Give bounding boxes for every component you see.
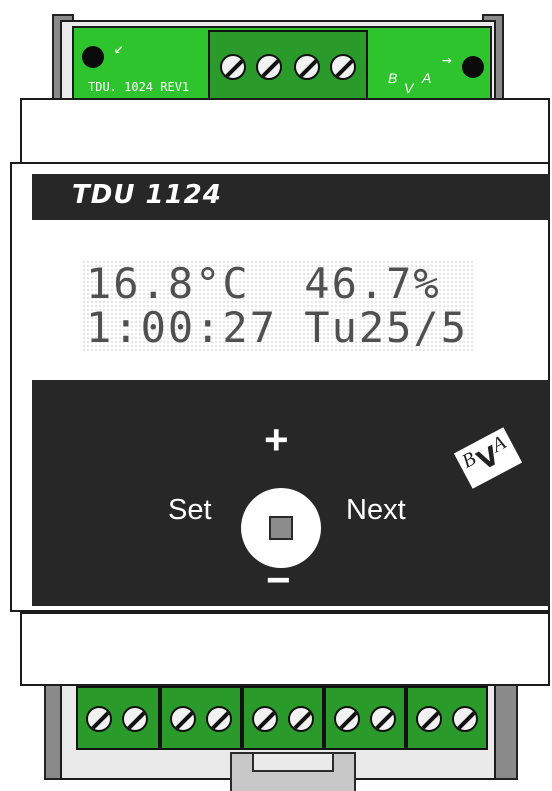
upper-housing — [20, 98, 550, 164]
bottom-screw-3[interactable] — [170, 706, 196, 732]
model-label: TDU 1124 — [72, 180, 222, 210]
bottom-terminal-block-4 — [324, 686, 406, 750]
bottom-screw-5[interactable] — [252, 706, 278, 732]
knob-center-button[interactable] — [269, 516, 293, 540]
pcb-arrow-left: ↙ — [114, 38, 124, 57]
bottom-screw-8[interactable] — [370, 706, 396, 732]
pcb-mount-hole-left — [82, 46, 104, 68]
bottom-screw-1[interactable] — [86, 706, 112, 732]
bottom-screw-6[interactable] — [288, 706, 314, 732]
down-minus-label: − — [266, 556, 291, 603]
top-screw-1[interactable] — [220, 54, 246, 80]
pcb-arrow-right: → — [442, 50, 452, 69]
next-label: Next — [346, 494, 406, 526]
bottom-screw-2[interactable] — [122, 706, 148, 732]
lcd-line-2: 1:00:27 Tu25/5 — [86, 303, 469, 352]
bottom-screw-10[interactable] — [452, 706, 478, 732]
din-rail-latch-slot — [252, 752, 334, 772]
pcb-logo-letter-b: B — [388, 70, 398, 86]
bottom-terminal-block-3 — [242, 686, 324, 750]
pcb-logo-letter-a: A — [422, 70, 432, 86]
pcb-logo-letter-v: V — [404, 80, 414, 96]
lcd-line-1: 16.8°C 46.7% — [86, 259, 441, 308]
bottom-terminal-block-2 — [160, 686, 242, 750]
top-terminal-block — [208, 30, 368, 102]
bottom-screw-9[interactable] — [416, 706, 442, 732]
top-screw-3[interactable] — [294, 54, 320, 80]
up-plus-label: + — [264, 416, 289, 463]
top-screw-2[interactable] — [256, 54, 282, 80]
bottom-terminal-block-1 — [76, 686, 160, 750]
control-panel: + Set Next − B V A — [32, 380, 550, 606]
front-panel: TDU 1124 16.8°C 46.7% 1:00:27 Tu25/5 + S… — [10, 162, 550, 612]
bottom-screw-4[interactable] — [206, 706, 232, 732]
set-label: Set — [168, 494, 212, 526]
bottom-terminal-block-5 — [406, 686, 488, 750]
title-band: TDU 1124 — [32, 174, 550, 220]
top-screw-4[interactable] — [330, 54, 356, 80]
lcd-display: 16.8°C 46.7% 1:00:27 Tu25/5 — [82, 260, 474, 352]
bottom-screw-7[interactable] — [334, 706, 360, 732]
pcb-mount-hole-right — [462, 56, 484, 78]
lower-housing — [20, 612, 550, 686]
board-revision-label: TDU. 1024 REV1 — [88, 80, 190, 94]
bva-logo: B V A — [453, 427, 523, 489]
pcb-logo: B V A — [386, 70, 438, 100]
din-rail-latch[interactable] — [230, 752, 356, 791]
